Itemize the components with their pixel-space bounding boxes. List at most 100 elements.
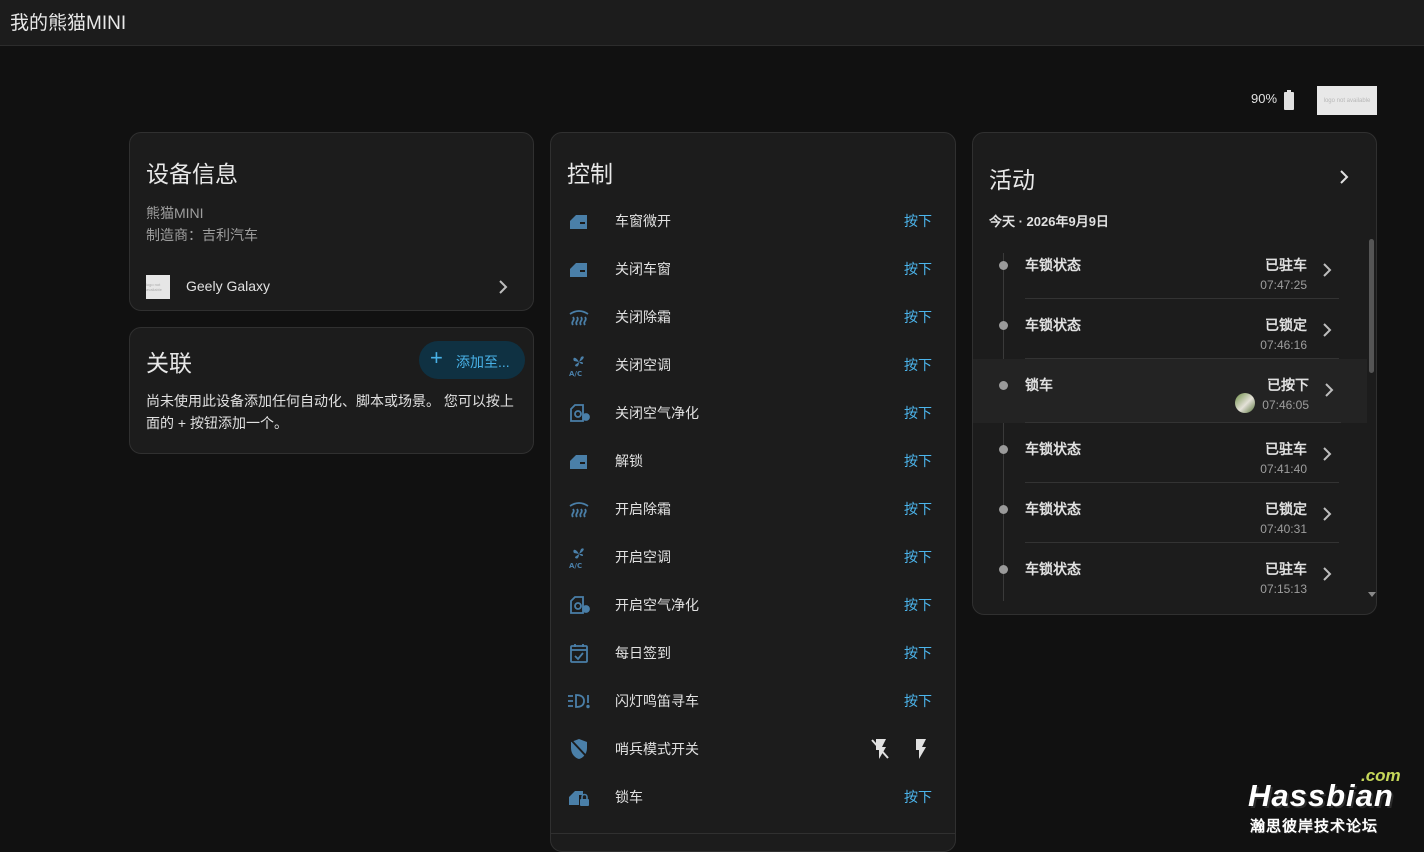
press-button[interactable]: 按下 <box>904 595 932 615</box>
controls-card: 控制 车窗微开 按下 关闭车窗 按下 关闭除霜 按下 A/C 关闭空调 按下 关闭空气净化 按下 解锁… <box>550 132 956 852</box>
car-door-icon <box>567 209 591 233</box>
air-purifier-icon <box>567 593 591 617</box>
control-row: A/C 开启空调 按下 <box>567 533 939 581</box>
control-row: 哨兵模式开关 <box>567 725 939 773</box>
activity-title: 活动 <box>989 167 1035 193</box>
device-model: 熊猫MINI <box>146 205 204 221</box>
activity-state: 已驻车 <box>1265 441 1307 457</box>
control-label: 关闭空调 <box>615 357 671 373</box>
chevron-right-icon <box>1323 447 1332 461</box>
activity-time: 07:40:31 <box>1260 522 1307 536</box>
control-row: 关闭除霜 按下 <box>567 293 939 341</box>
control-label: 哨兵模式开关 <box>615 741 699 757</box>
watermark: .com Hassbian 瀚思彼岸技术论坛 <box>1248 766 1408 836</box>
control-label: 每日签到 <box>615 645 671 661</box>
ac-fan-icon: A/C <box>567 353 591 378</box>
activity-state: 已锁定 <box>1265 317 1307 333</box>
chevron-right-icon <box>499 280 508 294</box>
plus-icon: + <box>430 345 443 370</box>
activity-time: 07:47:25 <box>1260 278 1307 292</box>
linked-device-row[interactable]: logo not available Geely Galaxy <box>146 275 516 299</box>
control-label: 闪灯鸣笛寻车 <box>615 693 699 709</box>
press-button[interactable]: 按下 <box>904 259 932 279</box>
control-label: 关闭除霜 <box>615 309 671 325</box>
timeline-dot <box>999 505 1008 514</box>
control-row: 关闭车窗 按下 <box>567 245 939 293</box>
flash-off-icon[interactable] <box>869 737 891 766</box>
control-label: 开启空调 <box>615 549 671 565</box>
brand-logo-placeholder: logo not available <box>1317 86 1377 115</box>
control-row: 车窗微开 按下 <box>567 197 939 245</box>
timeline-dot <box>999 445 1008 454</box>
timeline-dot <box>999 261 1008 270</box>
scroll-down-icon[interactable] <box>1368 592 1376 598</box>
headlight-alert-icon <box>567 689 591 713</box>
press-button[interactable]: 按下 <box>904 691 932 711</box>
activity-item[interactable]: 车锁状态 已锁定 07:46:16 <box>973 299 1365 359</box>
activity-card: 活动 今天 · 2026年9月9日 车锁状态 已驻车 07:47:25 车锁状态 已锁定… <box>972 132 1377 615</box>
activity-name: 车锁状态 <box>1025 317 1081 333</box>
activity-item[interactable]: 车锁状态 已锁定 07:40:31 <box>973 483 1365 543</box>
activity-state: 已按下 <box>1267 377 1309 393</box>
chevron-right-icon <box>1325 383 1334 397</box>
related-card: 关联 + 添加至... 尚未使用此设备添加任何自动化、脚本或场景。 您可以按上面… <box>129 327 534 454</box>
car-door-icon <box>567 449 591 473</box>
device-info-title: 设备信息 <box>146 161 238 187</box>
press-button[interactable]: 按下 <box>904 547 932 567</box>
chevron-right-icon <box>1323 263 1332 277</box>
linked-device-name: Geely Galaxy <box>186 278 271 294</box>
control-row: 每日签到 按下 <box>567 629 939 677</box>
control-label: 开启除霜 <box>615 501 671 517</box>
battery-level: 90% <box>1251 91 1278 106</box>
activity-item[interactable]: 锁车 已按下 07:46:05 <box>973 359 1367 423</box>
control-label: 关闭空气净化 <box>615 405 699 421</box>
activity-time: 07:46:16 <box>1260 338 1307 352</box>
control-label: 车窗微开 <box>615 213 671 229</box>
activity-time: 07:41:40 <box>1260 462 1307 476</box>
press-button[interactable]: 按下 <box>904 307 932 327</box>
press-button[interactable]: 按下 <box>904 403 932 423</box>
activity-state: 已锁定 <box>1265 501 1307 517</box>
control-row: 解锁 按下 <box>567 437 939 485</box>
press-button[interactable]: 按下 <box>904 787 932 807</box>
calendar-check-icon <box>567 641 591 665</box>
device-manufacturer: 制造商：吉利汽车 <box>146 227 258 243</box>
control-label: 锁车 <box>615 789 643 805</box>
add-to-label: 添加至... <box>456 354 510 370</box>
ac-fan-icon: A/C <box>567 545 591 570</box>
user-avatar <box>1235 393 1255 413</box>
press-button[interactable]: 按下 <box>904 499 932 519</box>
activity-item[interactable]: 车锁状态 已驻车 07:47:25 <box>973 239 1365 299</box>
add-to-button[interactable]: + 添加至... <box>419 341 525 379</box>
chevron-right-icon <box>1323 507 1332 521</box>
activity-name: 车锁状态 <box>1025 441 1081 457</box>
control-row: 锁车 按下 <box>567 773 939 821</box>
svg-text:A/C: A/C <box>569 562 582 569</box>
timeline-dot <box>999 321 1008 330</box>
watermark-main: Hassbian <box>1248 778 1394 813</box>
control-label: 关闭车窗 <box>615 261 671 277</box>
chevron-right-icon <box>1323 323 1332 337</box>
activity-item[interactable]: 车锁状态 已驻车 07:41:40 <box>973 423 1365 483</box>
press-button[interactable]: 按下 <box>904 211 932 231</box>
chevron-right-icon[interactable] <box>1337 170 1351 184</box>
control-row: A/C 关闭空调 按下 <box>567 341 939 389</box>
activity-state: 已驻车 <box>1265 561 1307 577</box>
press-button[interactable]: 按下 <box>904 451 932 471</box>
controls-footer-divider <box>551 833 955 834</box>
control-label: 开启空气净化 <box>615 597 699 613</box>
car-door-lock-icon <box>567 785 591 809</box>
page-title: 我的熊猫MINI <box>10 13 127 34</box>
control-row: 开启空气净化 按下 <box>567 581 939 629</box>
scrollbar-thumb[interactable] <box>1369 239 1374 373</box>
press-button[interactable]: 按下 <box>904 355 932 375</box>
control-row: 开启除霜 按下 <box>567 485 939 533</box>
watermark-sub: 瀚思彼岸技术论坛 <box>1250 818 1379 835</box>
defrost-icon <box>567 497 591 521</box>
activity-time: 07:46:05 <box>1262 398 1309 412</box>
flash-icon[interactable] <box>909 737 931 766</box>
press-button[interactable]: 按下 <box>904 643 932 663</box>
timeline-dot <box>999 565 1008 574</box>
activity-item[interactable]: 车锁状态 已驻车 07:15:13 <box>973 543 1365 603</box>
device-info-card: 设备信息 熊猫MINI 制造商：吉利汽车 logo not available … <box>129 132 534 311</box>
